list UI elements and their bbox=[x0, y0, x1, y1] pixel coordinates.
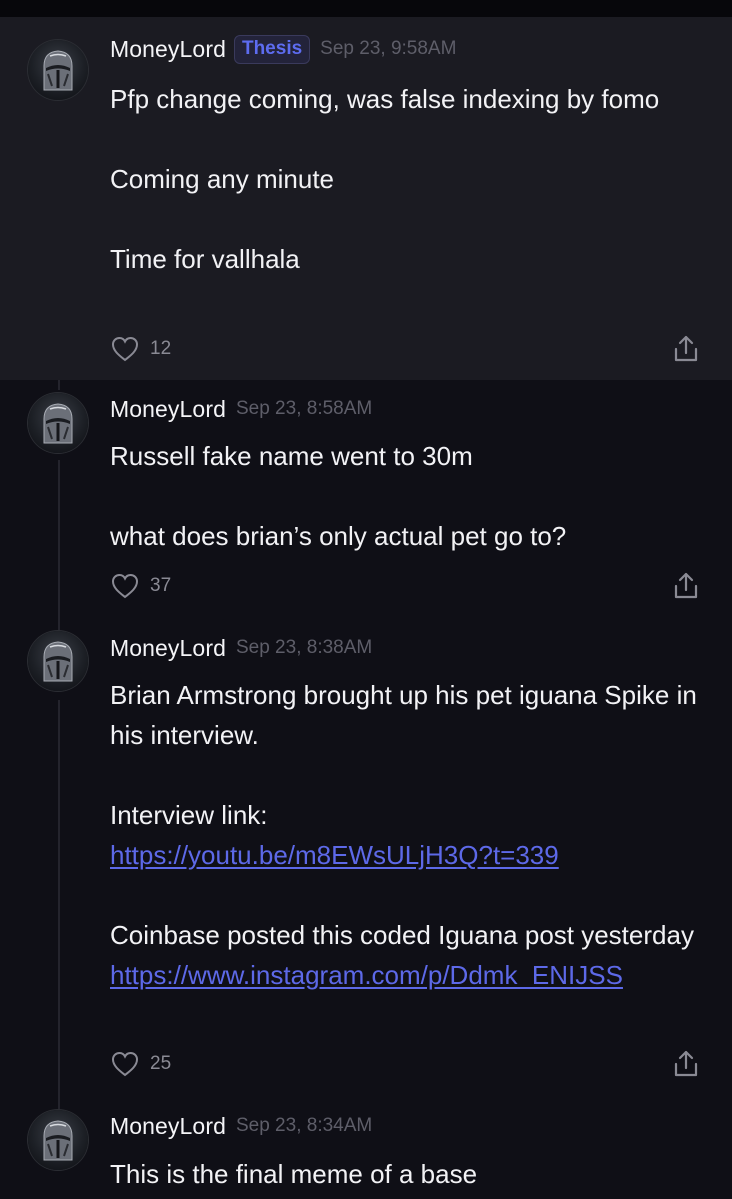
timestamp: Sep 23, 8:38AM bbox=[235, 637, 373, 658]
post-card[interactable]: MoneyLord Sep 23, 8:58AM Russell fake na… bbox=[0, 380, 732, 620]
avatar[interactable] bbox=[28, 40, 88, 100]
share-upload-icon bbox=[674, 1050, 698, 1077]
post-card[interactable]: MoneyLord Thesis Sep 23, 9:58AM Pfp chan… bbox=[0, 17, 732, 380]
post-actions: 25 bbox=[110, 1048, 702, 1080]
post-actions: 37 bbox=[110, 570, 702, 602]
share-button[interactable] bbox=[670, 333, 702, 365]
username[interactable]: MoneyLord bbox=[110, 635, 226, 662]
post-body: Pfp change coming, was false indexing by… bbox=[110, 79, 710, 279]
like-button[interactable]: 37 bbox=[110, 572, 171, 600]
post-header: MoneyLord Sep 23, 8:58AM bbox=[110, 394, 372, 424]
share-upload-icon bbox=[674, 572, 698, 599]
avatar[interactable] bbox=[28, 393, 88, 453]
post-body: Russell fake name went to 30m what does … bbox=[110, 436, 710, 556]
like-button[interactable]: 25 bbox=[110, 1050, 171, 1078]
post-actions: 12 bbox=[110, 333, 702, 365]
avatar[interactable] bbox=[28, 1110, 88, 1170]
avatar[interactable] bbox=[28, 631, 88, 691]
like-button[interactable]: 12 bbox=[110, 335, 171, 363]
timestamp: Sep 23, 8:58AM bbox=[235, 398, 373, 419]
heart-outline-icon bbox=[111, 1051, 139, 1077]
post-header: MoneyLord Sep 23, 8:38AM bbox=[110, 633, 372, 663]
post-text-line: Coming any minute bbox=[110, 164, 334, 194]
post-text-line: Pfp change coming, was false indexing by… bbox=[110, 84, 660, 114]
post-text-line: Brian Armstrong brought up his pet iguan… bbox=[110, 680, 697, 750]
like-count: 12 bbox=[150, 338, 172, 359]
post-text-line: Interview link: bbox=[110, 800, 268, 830]
post-body: This is the final meme of a base bbox=[110, 1154, 710, 1194]
thread-feed: MoneyLord Thesis Sep 23, 9:58AM Pfp chan… bbox=[0, 0, 732, 1199]
knight-helmet-icon bbox=[43, 641, 73, 682]
username[interactable]: MoneyLord bbox=[110, 396, 226, 423]
timestamp: Sep 23, 8:34AM bbox=[235, 1115, 373, 1136]
username[interactable]: MoneyLord bbox=[110, 1113, 226, 1140]
post-text-line: what does brian’s only actual pet go to? bbox=[110, 521, 567, 551]
post-text-line: Coinbase posted this coded Iguana post y… bbox=[110, 920, 694, 950]
timestamp: Sep 23, 9:58AM bbox=[320, 38, 457, 59]
post-card[interactable]: MoneyLord Sep 23, 8:38AM Brian Armstrong… bbox=[0, 620, 732, 1098]
thesis-badge: Thesis bbox=[233, 34, 311, 64]
post-card[interactable]: MoneyLord Sep 23, 8:34AM This is the fin… bbox=[0, 1098, 732, 1199]
heart-outline-icon bbox=[111, 573, 139, 599]
knight-helmet-icon bbox=[43, 1120, 73, 1161]
username[interactable]: MoneyLord bbox=[110, 36, 226, 63]
share-button[interactable] bbox=[670, 570, 702, 602]
youtube-link[interactable]: https://youtu.be/m8EWsULjH3Q?t=339 bbox=[110, 840, 559, 870]
heart-outline-icon bbox=[111, 336, 139, 362]
post-text-line: Russell fake name went to 30m bbox=[110, 441, 473, 471]
top-divider bbox=[0, 0, 732, 17]
share-upload-icon bbox=[674, 335, 698, 362]
post-body: Brian Armstrong brought up his pet iguan… bbox=[110, 675, 710, 995]
instagram-link[interactable]: https://www.instagram.com/p/Ddmk_ENIJSS bbox=[110, 960, 623, 990]
share-button[interactable] bbox=[670, 1048, 702, 1080]
knight-helmet-icon bbox=[43, 50, 73, 91]
post-header: MoneyLord Sep 23, 8:34AM bbox=[110, 1111, 372, 1141]
like-count: 37 bbox=[150, 575, 172, 596]
post-text-line: Time for vallhala bbox=[110, 244, 300, 274]
post-header: MoneyLord Thesis Sep 23, 9:58AM bbox=[110, 34, 456, 64]
like-count: 25 bbox=[150, 1053, 172, 1074]
post-text-line: This is the final meme of a base bbox=[110, 1159, 478, 1189]
knight-helmet-icon bbox=[43, 403, 73, 444]
